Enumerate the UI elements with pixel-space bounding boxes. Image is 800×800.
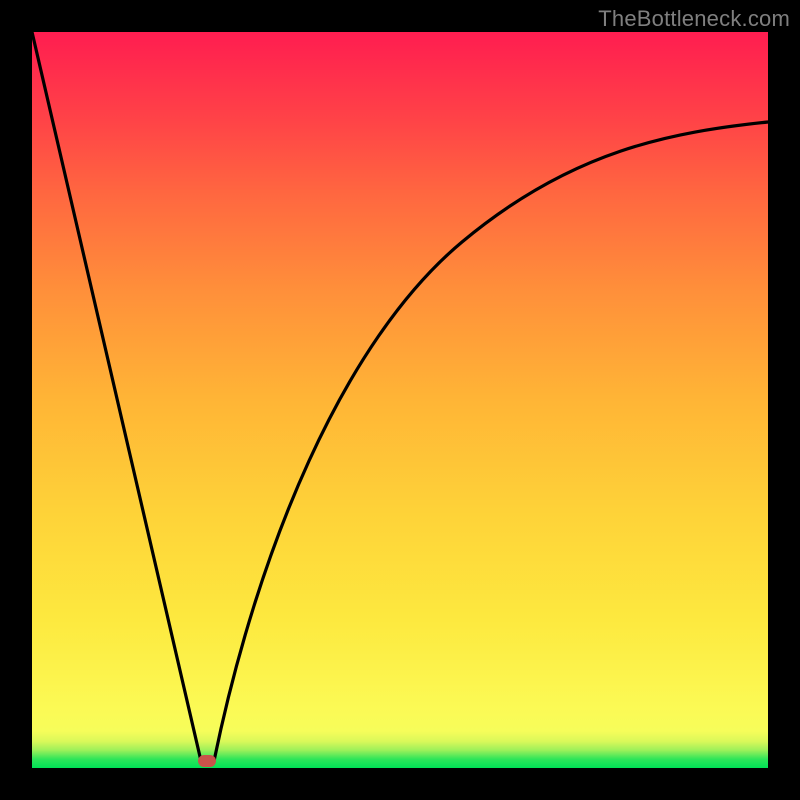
curve-right-branch	[214, 122, 768, 761]
attribution-text: TheBottleneck.com	[598, 6, 790, 32]
minimum-marker	[198, 755, 216, 767]
plot-area	[32, 32, 768, 768]
curve-left-branch	[32, 32, 201, 761]
bottleneck-curve	[32, 32, 768, 768]
chart-frame: TheBottleneck.com	[0, 0, 800, 800]
